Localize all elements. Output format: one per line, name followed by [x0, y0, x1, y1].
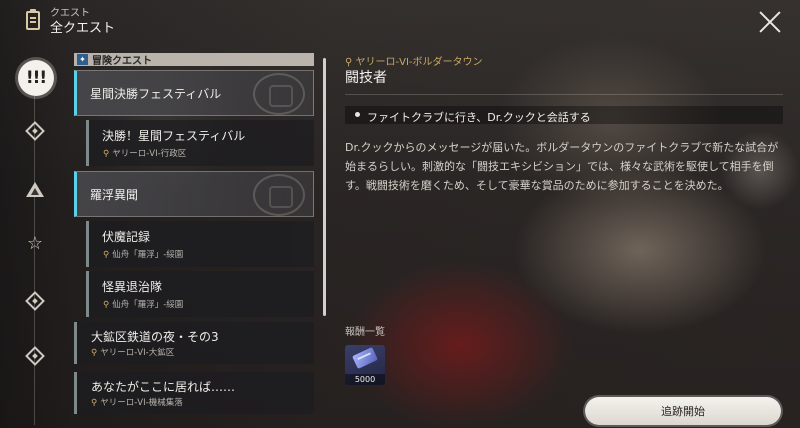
- tab-quest-type-2[interactable]: [22, 176, 48, 202]
- location-pin-icon: ⚲: [103, 300, 110, 310]
- category-label: 羅浮異聞: [90, 188, 139, 202]
- header-subtitle: クエスト: [50, 8, 90, 19]
- list-item[interactable]: あなたがここに居れば…… ⚲ ヤリーロ-VI-機械集落: [74, 372, 314, 414]
- track-button-label: 追跡開始: [661, 405, 705, 418]
- page-header: クエスト 全クエスト: [26, 8, 115, 37]
- category-luofu[interactable]: 羅浮異聞: [74, 171, 314, 217]
- reward-label: 報酬一覧: [345, 327, 385, 338]
- quest-title: あなたがここに居れば……: [91, 380, 236, 394]
- tab-quest-type-5[interactable]: [22, 343, 48, 369]
- quest-title: 伏魔記録: [102, 230, 151, 244]
- quest-description: Dr.クックからのメッセージが届いた。ボルダータウンのファイトクラブで新たな試合…: [345, 141, 779, 192]
- tab-quest-type-3[interactable]: ☆: [22, 231, 48, 257]
- list-item[interactable]: 伏魔記録 ⚲ 仙舟「羅浮」-綏園: [86, 221, 314, 267]
- quest-title: 決勝！星間フェスティバル: [102, 129, 246, 143]
- exclamation-icon: !!!: [25, 68, 47, 88]
- section-label: 冒険クエスト: [92, 56, 152, 67]
- list-item[interactable]: 怪異退治隊 ⚲ 仙舟「羅浮」-綏園: [86, 271, 314, 317]
- tab-all-quests[interactable]: !!!: [18, 60, 54, 96]
- diamond-icon: [25, 291, 45, 311]
- track-button[interactable]: 追跡開始: [585, 397, 781, 425]
- quest-objective: ファイトクラブに行き、Dr.クックと会話する: [345, 106, 783, 124]
- reward-count: 5000: [345, 374, 385, 385]
- location-pin-icon: ⚲: [91, 348, 98, 358]
- quest-detail-location: ⚲ ヤリーロ-VI-ボルダータウン: [345, 57, 483, 68]
- section-header: ✦ 冒険クエスト: [74, 53, 314, 67]
- quest-location: ⚲ ヤリーロ-VI-大鉱区: [91, 348, 175, 358]
- bullet-icon: [355, 112, 360, 117]
- scrollbar[interactable]: [323, 58, 326, 316]
- diamond-icon: [25, 121, 45, 141]
- quest-detail-title: 闘技者: [345, 70, 387, 86]
- quest-location: ⚲ 仙舟「羅浮」-綏園: [103, 250, 184, 260]
- star-icon: ☆: [26, 233, 44, 254]
- reward-item[interactable]: 5000: [345, 345, 385, 385]
- page-title: 全クエスト: [50, 21, 116, 36]
- triangle-icon: [26, 181, 44, 197]
- quest-location: ⚲ 仙舟「羅浮」-綏園: [103, 300, 184, 310]
- emblem-icon: [253, 174, 305, 216]
- divider: [345, 94, 783, 95]
- list-item[interactable]: 決勝！星間フェスティバル ⚲ ヤリーロ-VI-行政区: [86, 120, 314, 166]
- adventure-icon: ✦: [77, 54, 88, 65]
- rail-line: [34, 95, 35, 425]
- clipboard-icon: [26, 9, 40, 30]
- quest-title: 大鉱区鉄道の夜・その3: [91, 330, 219, 344]
- location-pin-icon: ⚲: [103, 149, 110, 159]
- list-item[interactable]: 大鉱区鉄道の夜・その3 ⚲ ヤリーロ-VI-大鉱区: [74, 322, 314, 364]
- credit-icon: [352, 347, 378, 369]
- quest-location: ⚲ ヤリーロ-VI-機械集落: [91, 398, 183, 408]
- tab-quest-type-1[interactable]: [22, 118, 48, 144]
- close-button[interactable]: [758, 10, 782, 34]
- tab-quest-type-4[interactable]: [22, 288, 48, 314]
- location-pin-icon: ⚲: [103, 250, 110, 260]
- emblem-icon: [253, 73, 305, 115]
- location-pin-icon: ⚲: [91, 398, 98, 408]
- category-interstellar-festival[interactable]: 星間決勝フェスティバル: [74, 70, 314, 116]
- objective-text: ファイトクラブに行き、Dr.クックと会話する: [367, 111, 591, 124]
- quest-title: 怪異退治隊: [102, 280, 163, 294]
- diamond-icon: [25, 346, 45, 366]
- category-label: 星間決勝フェスティバル: [90, 87, 222, 101]
- quest-location: ⚲ ヤリーロ-VI-行政区: [103, 149, 187, 159]
